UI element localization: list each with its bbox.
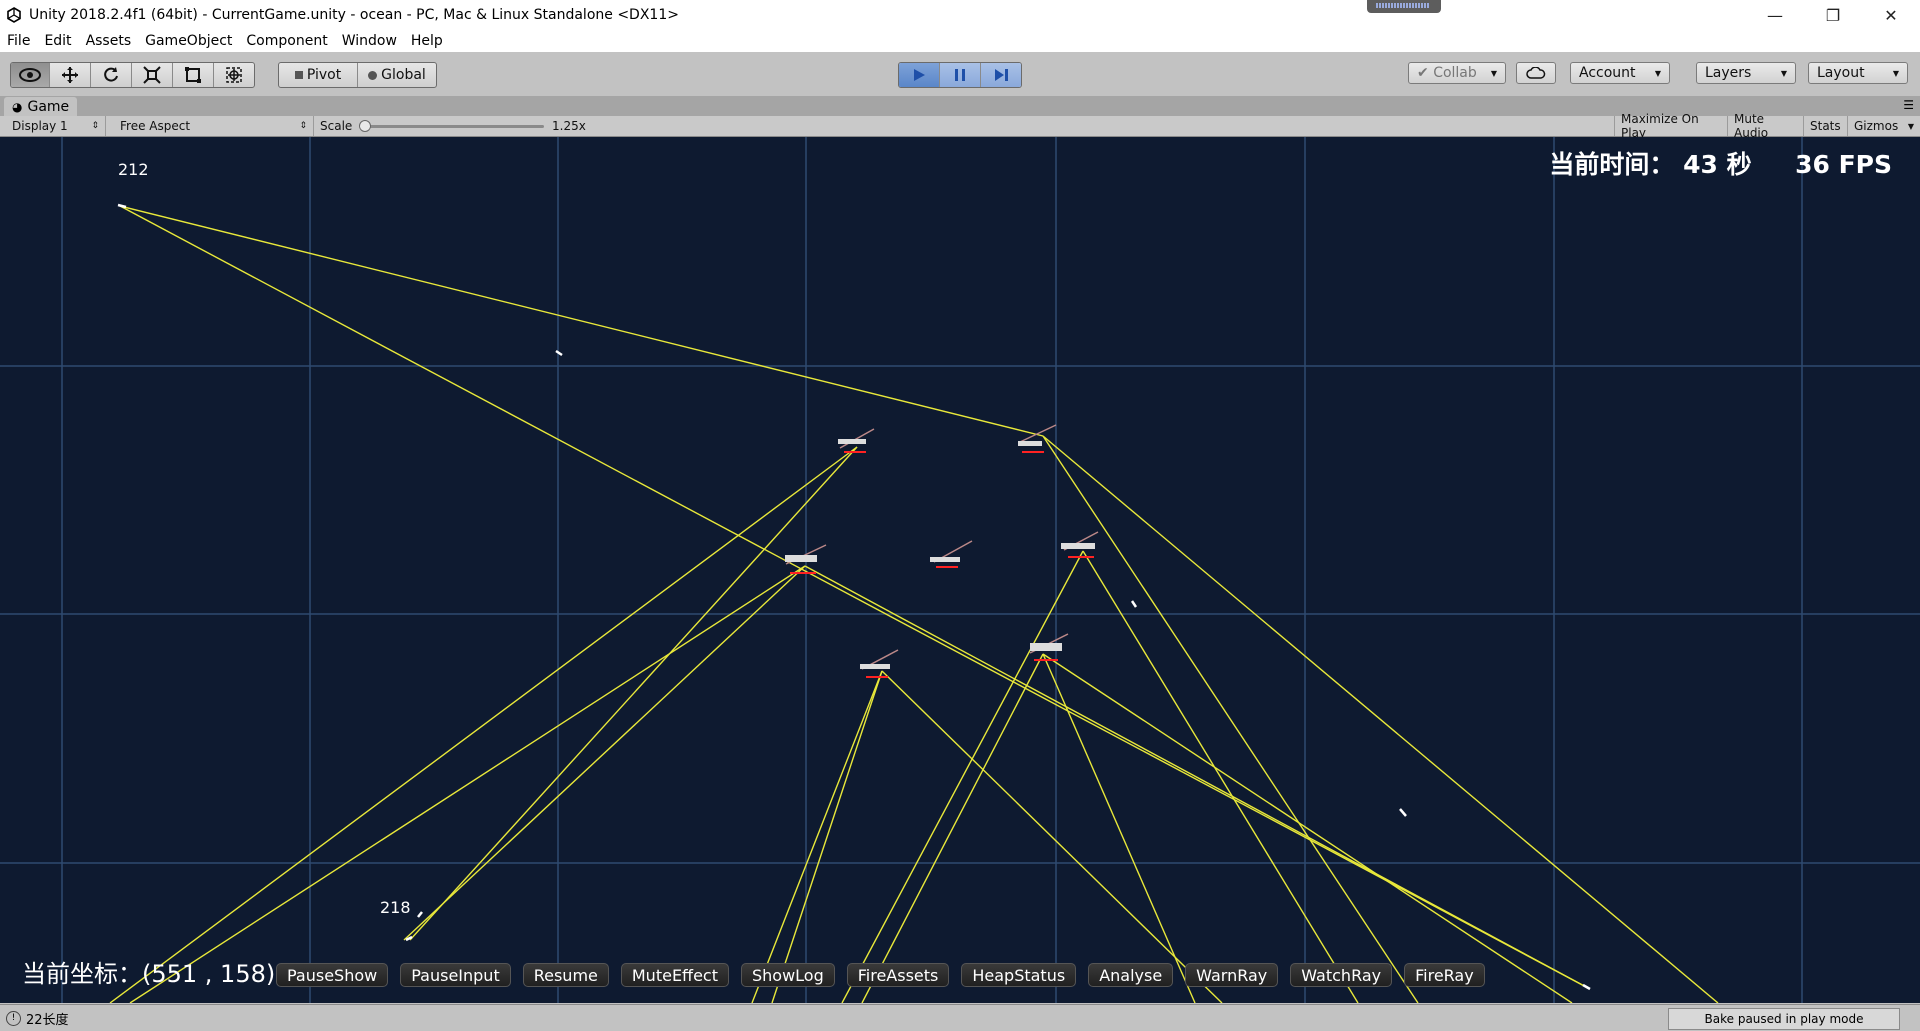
view-tool-button[interactable] [11, 63, 50, 87]
hud-time-fps: 当前时间： 43 秒 36 FPS [1549, 150, 1892, 179]
scale-slider-track[interactable] [364, 125, 544, 128]
restore-button[interactable]: ❐ [1804, 0, 1862, 30]
pivot-global-group: Pivot Global [278, 62, 437, 88]
aspect-select[interactable]: Free Aspect ⇕ [114, 116, 314, 136]
rect-tool-icon [185, 67, 201, 83]
tab-game[interactable]: ◕ Game [4, 97, 78, 116]
global-toggle[interactable]: Global [358, 63, 436, 87]
analyse-button[interactable]: Analyse [1088, 963, 1174, 987]
fireassets-button[interactable]: FireAssets [846, 963, 950, 987]
top-notch-indicator [1367, 0, 1441, 13]
rect-tool-button[interactable] [173, 63, 214, 87]
scale-slider-handle[interactable] [359, 120, 371, 132]
showlog-button[interactable]: ShowLog [740, 963, 835, 987]
pivot-toggle[interactable]: Pivot [279, 63, 358, 87]
pause-button[interactable] [940, 63, 981, 87]
stats-toggle[interactable]: Stats [1804, 116, 1848, 136]
gizmos-dropdown[interactable]: Gizmos ▼ [1848, 116, 1920, 136]
updown-arrow-icon: ⇕ [299, 121, 307, 131]
transform-tools [10, 62, 255, 88]
globe-icon [368, 70, 378, 80]
hud-coordinates: 当前坐标：(551 , 158) [22, 960, 276, 988]
menu-gameobject[interactable]: GameObject [138, 33, 239, 49]
menu-bar: File Edit Assets GameObject Component Wi… [0, 30, 1920, 52]
grid-lines [0, 137, 1920, 1003]
step-icon [995, 69, 1008, 81]
debug-button-row: PauseShow PauseInput Resume MuteEffect S… [276, 963, 1485, 987]
pauseshow-button[interactable]: PauseShow [276, 963, 389, 987]
dropdown-arrow-icon: ▼ [1490, 68, 1497, 78]
console-status-message[interactable]: 22长度 [26, 1009, 69, 1028]
menu-assets[interactable]: Assets [79, 33, 139, 49]
heapstatus-button[interactable]: HeapStatus [961, 963, 1077, 987]
close-button[interactable]: ✕ [1862, 0, 1920, 30]
menu-edit[interactable]: Edit [37, 33, 78, 49]
minimize-button[interactable]: — [1746, 0, 1804, 30]
scale-tool-button[interactable] [132, 63, 173, 87]
mute-audio-toggle[interactable]: Mute Audio [1728, 112, 1804, 140]
pauseinput-button[interactable]: PauseInput [400, 963, 511, 987]
menu-file[interactable]: File [0, 33, 37, 49]
window-title: Unity 2018.2.4f1 (64bit) - CurrentGame.u… [29, 7, 679, 23]
resume-button[interactable]: Resume [522, 963, 609, 987]
unity-logo-icon [5, 6, 23, 24]
menu-help[interactable]: Help [404, 33, 450, 49]
muteeffect-button[interactable]: MuteEffect [620, 963, 729, 987]
game-viewport[interactable]: 212 218 当前时间： 43 秒 36 FPS 当前坐标：(551 , 15… [0, 137, 1920, 1003]
scene-canvas [0, 137, 1920, 1003]
watchray-button[interactable]: WatchRay [1290, 963, 1393, 987]
warnray-button[interactable]: WarnRay [1185, 963, 1279, 987]
account-dropdown[interactable]: Account ▼ [1570, 62, 1670, 84]
rotate-icon [104, 67, 118, 82]
ship-marker [930, 540, 973, 568]
ship-marker [1061, 531, 1099, 558]
transform-tool-button[interactable] [214, 63, 254, 87]
cloud-button[interactable] [1516, 62, 1556, 84]
main-toolbar: Pivot Global ✔ Collab ▼ Account ▼ Layers ▼ … [0, 52, 1920, 97]
cloud-icon [1526, 67, 1546, 79]
menu-component[interactable]: Component [239, 33, 334, 49]
tab-menu-icon[interactable]: ☰ [1903, 98, 1914, 112]
playback-controls [898, 62, 1022, 88]
status-bar: ! 22长度 Bake paused in play mode [0, 1004, 1920, 1031]
check-icon: ✔ [1417, 65, 1429, 81]
info-icon: ! [6, 1010, 21, 1026]
game-controller-icon: ◕ [12, 99, 23, 114]
ship-marker [860, 649, 899, 678]
dropdown-arrow-icon: ▼ [1780, 68, 1787, 78]
scale-value: 1.25x [552, 119, 586, 133]
node-label-bottom: 218 [380, 898, 411, 917]
scale-icon [143, 66, 161, 84]
dropdown-arrow-icon: ▼ [1892, 68, 1899, 78]
layers-dropdown[interactable]: Layers ▼ [1696, 62, 1796, 84]
pause-icon [955, 69, 965, 81]
bake-status: Bake paused in play mode [1668, 1008, 1900, 1030]
play-button[interactable] [899, 63, 940, 87]
rotate-tool-button[interactable] [91, 63, 132, 87]
node-label-top: 212 [118, 160, 149, 179]
display-select[interactable]: Display 1 ⇕ [6, 116, 106, 136]
eye-icon [19, 68, 41, 82]
transform-all-icon [226, 67, 242, 83]
pivot-icon [294, 71, 303, 79]
window-titlebar: Unity 2018.2.4f1 (64bit) - CurrentGame.u… [0, 0, 1920, 30]
fireray-button[interactable]: FireRay [1404, 963, 1485, 987]
maximize-on-play-toggle[interactable]: Maximize On Play [1614, 112, 1728, 140]
dropdown-arrow-icon: ▼ [1654, 68, 1661, 78]
ship-marker [1029, 633, 1069, 661]
layout-dropdown[interactable]: Layout ▼ [1808, 62, 1908, 84]
dropdown-arrow-icon: ▼ [1907, 121, 1914, 131]
step-button[interactable] [981, 63, 1021, 87]
move-tool-button[interactable] [50, 63, 91, 87]
updown-arrow-icon: ⇕ [91, 121, 99, 131]
ray-lines [109, 205, 1719, 1003]
menu-window[interactable]: Window [335, 33, 404, 49]
play-icon [914, 69, 925, 81]
game-view-controls: Display 1 ⇕ Free Aspect ⇕ Scale 1.25x Maxi… [0, 112, 1920, 140]
move-arrows-icon [62, 67, 78, 83]
collab-dropdown[interactable]: ✔ Collab ▼ [1408, 62, 1506, 84]
